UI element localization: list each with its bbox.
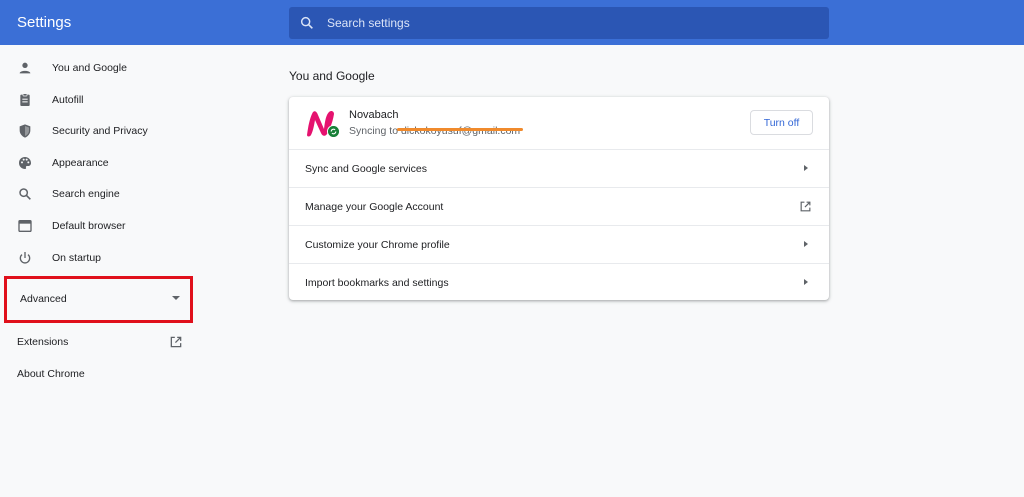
row-manage-google-account[interactable]: Manage your Google Account	[289, 187, 829, 225]
palette-icon	[19, 157, 31, 169]
sidebar-item-label: Autofill	[52, 94, 84, 106]
advanced-label: Advanced	[20, 293, 67, 305]
sidebar-item-label: You and Google	[52, 62, 127, 74]
profile-row: Novabach Syncing to dickokoyusuf@gmail.c…	[289, 97, 829, 149]
sidebar-item-label: Security and Privacy	[52, 125, 148, 137]
search-icon	[19, 188, 31, 200]
sync-prefix: Syncing to	[349, 125, 401, 137]
row-label: Manage your Google Account	[305, 201, 444, 213]
sidebar-item-label: Search engine	[52, 188, 120, 200]
row-label: Import bookmarks and settings	[305, 277, 449, 289]
email-redaction-mark	[397, 128, 523, 131]
you-and-google-card: Novabach Syncing to dickokoyusuf@gmail.c…	[289, 97, 829, 300]
person-icon	[19, 62, 31, 74]
sidebar-item-security-and-privacy[interactable]: Security and Privacy	[0, 116, 200, 146]
sidebar: You and Google Autofill Security and Pri…	[0, 45, 200, 497]
app-title: Settings	[17, 14, 72, 31]
sidebar-item-on-startup[interactable]: On startup	[0, 243, 200, 273]
row-label: Sync and Google services	[305, 163, 427, 175]
sidebar-item-you-and-google[interactable]: You and Google	[0, 53, 200, 83]
row-label: Customize your Chrome profile	[305, 239, 450, 251]
row-customize-chrome-profile[interactable]: Customize your Chrome profile	[289, 225, 829, 263]
sidebar-item-appearance[interactable]: Appearance	[0, 148, 200, 178]
sync-email: dickokoyusuf@gmail.com	[400, 125, 521, 137]
row-import-bookmarks[interactable]: Import bookmarks and settings	[289, 263, 829, 301]
open-in-new-icon[interactable]	[169, 335, 183, 349]
sync-status: Syncing to dickokoyusuf@gmail.com	[349, 125, 520, 137]
app-header: Settings	[0, 0, 1024, 45]
sidebar-item-default-browser[interactable]: Default browser	[0, 211, 200, 241]
sidebar-item-label: Appearance	[52, 157, 109, 169]
sidebar-item-label: On startup	[52, 252, 102, 264]
profile-name: Novabach	[349, 109, 399, 121]
arrow-right-icon	[804, 241, 808, 247]
row-sync-and-google-services[interactable]: Sync and Google services	[289, 149, 829, 187]
sync-icon	[327, 125, 340, 138]
sidebar-item-search-engine[interactable]: Search engine	[0, 179, 200, 209]
search-icon	[300, 16, 313, 29]
search-input[interactable]	[325, 7, 815, 39]
sidebar-item-autofill[interactable]: Autofill	[0, 85, 200, 115]
sidebar-item-label: Default browser	[52, 220, 126, 232]
sidebar-item-advanced[interactable]: Advanced	[4, 276, 193, 323]
turn-off-button[interactable]: Turn off	[750, 110, 813, 135]
arrow-right-icon	[804, 279, 808, 285]
caret-down-icon	[172, 296, 180, 300]
clipboard-icon	[20, 93, 30, 106]
section-title: You and Google	[289, 69, 375, 83]
power-icon	[19, 252, 31, 264]
open-in-new-icon	[800, 201, 811, 212]
shield-icon	[19, 124, 31, 138]
browser-window-icon	[18, 220, 32, 232]
sidebar-item-extensions[interactable]: Extensions	[17, 336, 68, 348]
arrow-right-icon	[804, 165, 808, 171]
sidebar-item-about-chrome[interactable]: About Chrome	[17, 368, 85, 380]
search-box[interactable]	[289, 7, 829, 39]
